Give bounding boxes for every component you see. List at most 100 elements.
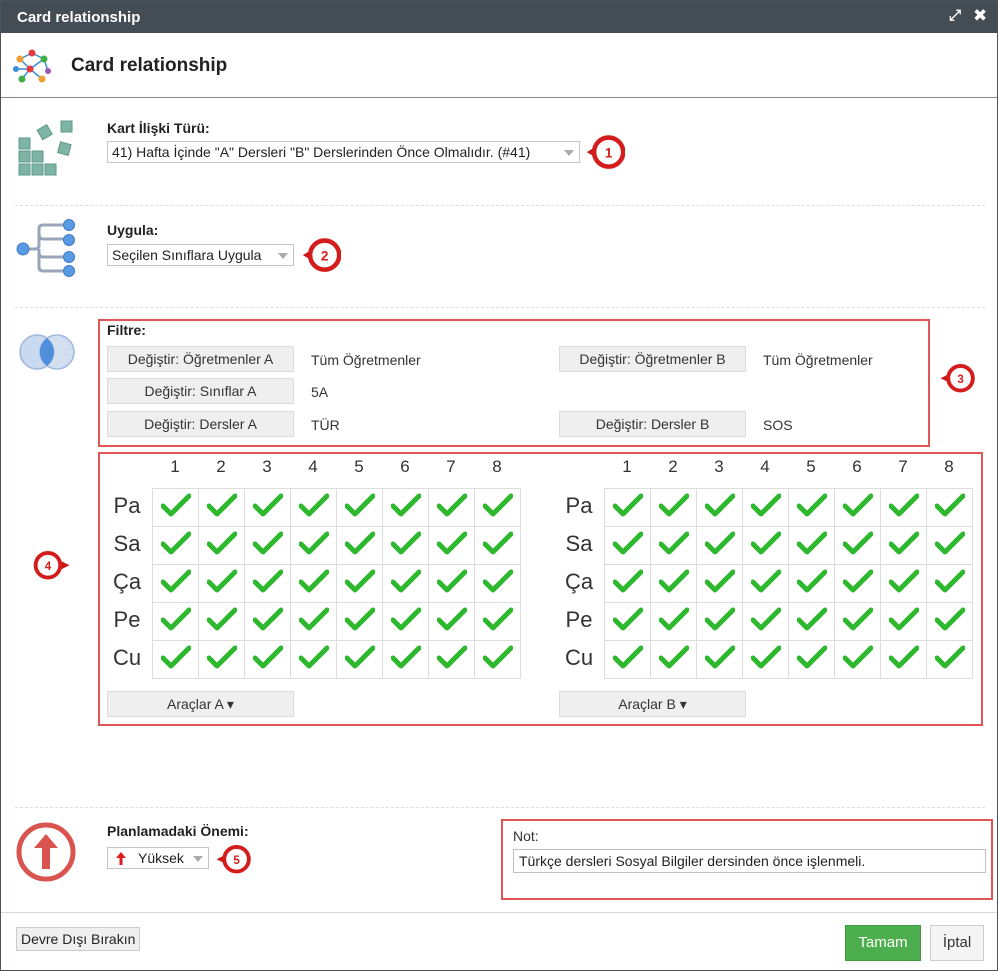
grid-cell[interactable] xyxy=(696,564,743,603)
grid-cell[interactable] xyxy=(834,564,881,603)
grid-cell[interactable] xyxy=(604,488,651,527)
note-input[interactable] xyxy=(513,849,986,873)
grid-cell[interactable] xyxy=(198,602,245,641)
grid-cell[interactable] xyxy=(336,640,383,679)
grid-cell[interactable] xyxy=(244,526,291,565)
grid-cell[interactable] xyxy=(290,640,337,679)
grid-cell[interactable] xyxy=(742,602,789,641)
column-header[interactable]: 6 xyxy=(834,457,880,477)
grid-cell[interactable] xyxy=(788,526,835,565)
priority-select[interactable]: Yüksek xyxy=(107,847,209,869)
change-teachers-a-button[interactable]: Değiştir: Öğretmenler A xyxy=(107,346,294,372)
grid-cell[interactable] xyxy=(788,564,835,603)
grid-cell[interactable] xyxy=(926,564,973,603)
column-header[interactable]: 7 xyxy=(428,457,474,477)
grid-cell[interactable] xyxy=(604,564,651,603)
grid-cell[interactable] xyxy=(244,640,291,679)
grid-cell[interactable] xyxy=(742,488,789,527)
column-header[interactable]: 7 xyxy=(880,457,926,477)
grid-cell[interactable] xyxy=(788,640,835,679)
grid-cell[interactable] xyxy=(382,526,429,565)
column-header[interactable]: 1 xyxy=(604,457,650,477)
grid-cell[interactable] xyxy=(382,640,429,679)
column-header[interactable]: 2 xyxy=(198,457,244,477)
grid-cell[interactable] xyxy=(336,602,383,641)
grid-cell[interactable] xyxy=(880,602,927,641)
tools-b-button[interactable]: Araçlar B ▾ xyxy=(559,691,746,717)
grid-cell[interactable] xyxy=(428,602,475,641)
column-header[interactable]: 5 xyxy=(336,457,382,477)
ok-button[interactable]: Tamam xyxy=(845,925,921,961)
change-classes-a-button[interactable]: Değiştir: Sınıflar A xyxy=(107,378,294,404)
grid-cell[interactable] xyxy=(474,640,521,679)
column-header[interactable]: 4 xyxy=(742,457,788,477)
close-icon[interactable]: ✖ xyxy=(973,6,989,25)
disable-button[interactable]: Devre Dışı Bırakın xyxy=(16,927,141,951)
grid-cell[interactable] xyxy=(474,564,521,603)
grid-cell[interactable] xyxy=(290,488,337,527)
column-header[interactable]: 8 xyxy=(926,457,972,477)
grid-cell[interactable] xyxy=(880,564,927,603)
grid-cell[interactable] xyxy=(604,640,651,679)
grid-cell[interactable] xyxy=(428,526,475,565)
grid-cell[interactable] xyxy=(152,602,199,641)
grid-cell[interactable] xyxy=(290,526,337,565)
row-header[interactable]: Sa xyxy=(554,531,604,557)
grid-cell[interactable] xyxy=(834,488,881,527)
grid-cell[interactable] xyxy=(926,526,973,565)
grid-cell[interactable] xyxy=(650,526,697,565)
grid-cell[interactable] xyxy=(474,602,521,641)
row-header[interactable]: Pe xyxy=(102,607,152,633)
row-header[interactable]: Cu xyxy=(102,645,152,671)
grid-cell[interactable] xyxy=(474,526,521,565)
row-header[interactable]: Ça xyxy=(554,569,604,595)
grid-cell[interactable] xyxy=(834,526,881,565)
change-subjects-b-button[interactable]: Değiştir: Dersler B xyxy=(559,411,746,437)
grid-cell[interactable] xyxy=(696,640,743,679)
grid-cell[interactable] xyxy=(244,602,291,641)
grid-cell[interactable] xyxy=(152,526,199,565)
grid-cell[interactable] xyxy=(198,526,245,565)
grid-cell[interactable] xyxy=(428,488,475,527)
grid-cell[interactable] xyxy=(880,640,927,679)
column-header[interactable]: 3 xyxy=(244,457,290,477)
grid-cell[interactable] xyxy=(926,602,973,641)
grid-cell[interactable] xyxy=(696,602,743,641)
column-header[interactable]: 3 xyxy=(696,457,742,477)
row-header[interactable]: Pe xyxy=(554,607,604,633)
grid-cell[interactable] xyxy=(926,488,973,527)
row-header[interactable]: Pa xyxy=(102,493,152,519)
grid-cell[interactable] xyxy=(834,640,881,679)
grid-cell[interactable] xyxy=(788,488,835,527)
grid-cell[interactable] xyxy=(336,526,383,565)
grid-cell[interactable] xyxy=(382,564,429,603)
change-subjects-a-button[interactable]: Değiştir: Dersler A xyxy=(107,411,294,437)
column-header[interactable]: 1 xyxy=(152,457,198,477)
grid-cell[interactable] xyxy=(474,488,521,527)
grid-cell[interactable] xyxy=(244,564,291,603)
grid-cell[interactable] xyxy=(742,564,789,603)
grid-cell[interactable] xyxy=(696,526,743,565)
maximize-icon[interactable]: ⤢ xyxy=(949,7,965,25)
grid-cell[interactable] xyxy=(152,640,199,679)
column-header[interactable]: 6 xyxy=(382,457,428,477)
column-header[interactable]: 8 xyxy=(474,457,520,477)
grid-cell[interactable] xyxy=(290,564,337,603)
tools-a-button[interactable]: Araçlar A ▾ xyxy=(107,691,294,717)
column-header[interactable]: 4 xyxy=(290,457,336,477)
grid-cell[interactable] xyxy=(880,488,927,527)
grid-cell[interactable] xyxy=(650,488,697,527)
grid-cell[interactable] xyxy=(696,488,743,527)
grid-cell[interactable] xyxy=(742,526,789,565)
grid-cell[interactable] xyxy=(650,564,697,603)
title-bar[interactable]: Card relationship ⤢ ✖ xyxy=(1,1,997,33)
row-header[interactable]: Ça xyxy=(102,569,152,595)
grid-cell[interactable] xyxy=(428,564,475,603)
grid-cell[interactable] xyxy=(290,602,337,641)
apply-select[interactable]: Seçilen Sınıflara Uygula xyxy=(107,244,294,266)
grid-cell[interactable] xyxy=(382,488,429,527)
grid-cell[interactable] xyxy=(198,488,245,527)
row-header[interactable]: Sa xyxy=(102,531,152,557)
grid-cell[interactable] xyxy=(336,564,383,603)
grid-cell[interactable] xyxy=(788,602,835,641)
